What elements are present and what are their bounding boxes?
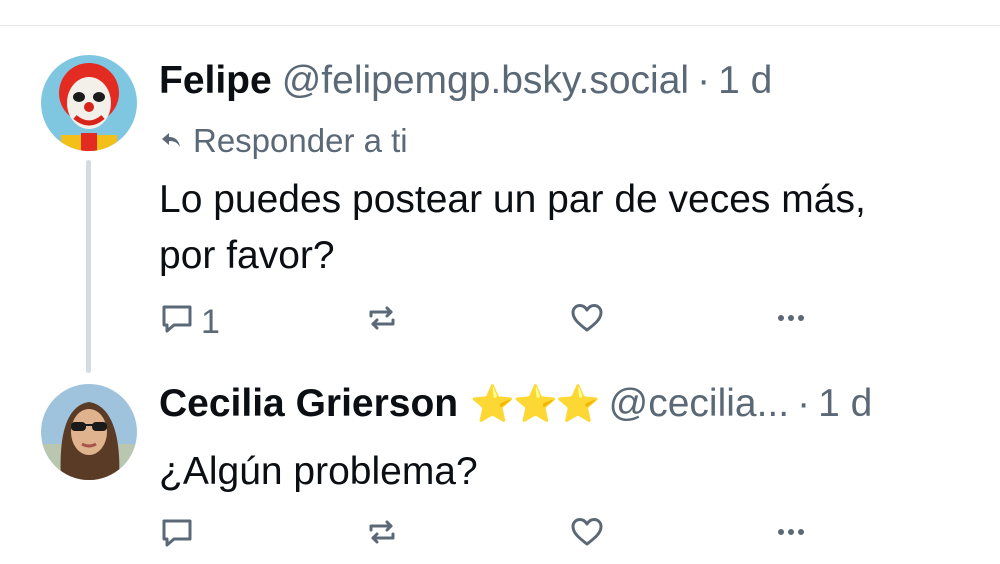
repost-icon	[364, 514, 400, 559]
heart-icon	[569, 514, 605, 559]
like-button[interactable]	[569, 514, 605, 558]
post-header: Felipe @felipemgp.bsky.social · 1 d	[159, 56, 772, 106]
author-handle[interactable]: @cecilia...	[609, 379, 789, 429]
top-divider	[0, 25, 1000, 26]
author-handle[interactable]: @felipemgp.bsky.social	[282, 56, 689, 106]
heart-icon	[569, 300, 605, 345]
reply-arrow-icon	[159, 122, 193, 160]
comment-icon	[159, 300, 195, 345]
reply-context: Responder a ti	[159, 122, 408, 160]
more-dots-icon	[773, 514, 809, 559]
name-emoji-stars: ⭐⭐⭐	[470, 383, 600, 424]
separator-dot: ·	[697, 59, 711, 102]
more-options-button[interactable]	[773, 300, 809, 344]
timestamp[interactable]: 1 d	[718, 56, 772, 106]
comment-icon	[159, 514, 195, 559]
post-text: ¿Algún problema?	[159, 450, 478, 493]
avatar-cecilia[interactable]	[41, 384, 137, 480]
post-cecilia[interactable]: Cecilia Grierson ⭐⭐⭐ @cecilia... · 1 d ¿…	[0, 378, 1000, 564]
repost-button[interactable]	[364, 300, 400, 344]
more-options-button[interactable]	[773, 514, 809, 558]
thread-line	[86, 160, 91, 373]
reply-button[interactable]: 1	[159, 300, 220, 344]
post-text: Lo puedes postear un par de veces más, p…	[159, 178, 866, 277]
repost-icon	[364, 300, 400, 345]
reply-count: 1	[201, 302, 220, 341]
reply-button[interactable]	[159, 514, 195, 558]
author-name[interactable]: Felipe	[159, 56, 272, 106]
timestamp[interactable]: 1 d	[818, 379, 872, 429]
avatar-felipe[interactable]	[41, 55, 137, 151]
separator-dot: ·	[797, 382, 811, 425]
reply-context-label: Responder a ti	[193, 122, 408, 159]
like-button[interactable]	[569, 300, 605, 344]
more-dots-icon	[773, 300, 809, 345]
author-name[interactable]: Cecilia Grierson	[159, 379, 458, 429]
post-felipe[interactable]: Felipe @felipemgp.bsky.social · 1 d Resp…	[0, 50, 1000, 373]
repost-button[interactable]	[364, 514, 400, 558]
post-header: Cecilia Grierson ⭐⭐⭐ @cecilia... · 1 d	[159, 379, 872, 429]
